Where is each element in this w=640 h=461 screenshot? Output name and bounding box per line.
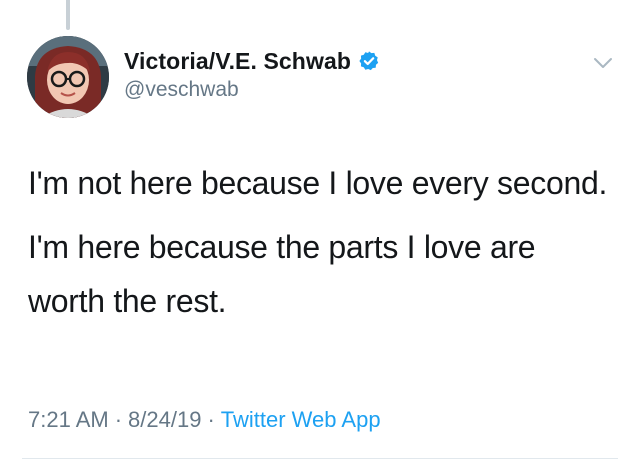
name-row: Victoria/V.E. Schwab (124, 44, 380, 78)
tweet-source-link[interactable]: Twitter Web App (221, 407, 381, 432)
tweet-time[interactable]: 7:21 AM (28, 407, 109, 432)
separator: · (114, 407, 123, 432)
tweet-paragraph-2: I'm here because the parts I love are wo… (28, 229, 536, 319)
chevron-down-icon[interactable] (592, 56, 614, 70)
user-handle[interactable]: @veschwab (124, 78, 380, 102)
thread-connector-line (66, 0, 70, 30)
tweet-metadata: 7:21 AM · 8/24/19 · Twitter Web App (28, 407, 381, 433)
user-info: Victoria/V.E. Schwab @veschwab (124, 44, 380, 102)
divider (22, 458, 618, 459)
avatar[interactable] (27, 36, 109, 118)
tweet-date[interactable]: 8/24/19 (128, 407, 201, 432)
tweet-text: I'm not here because I love every second… (28, 156, 618, 338)
display-name[interactable]: Victoria/V.E. Schwab (124, 48, 351, 75)
verified-badge-icon (358, 50, 380, 72)
tweet-paragraph-1: I'm not here because I love every second… (28, 165, 608, 201)
separator: · (207, 407, 215, 432)
